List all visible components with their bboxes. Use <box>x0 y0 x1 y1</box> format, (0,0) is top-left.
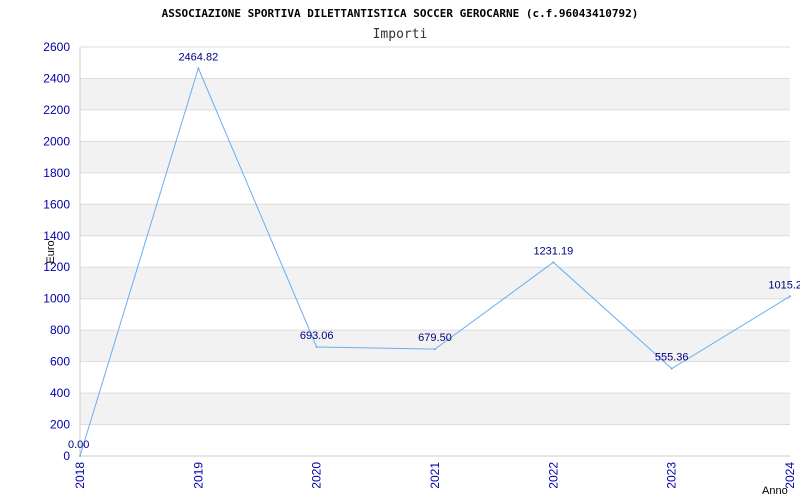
data-point <box>789 295 791 298</box>
data-point <box>197 67 200 70</box>
y-tick-label: 1600 <box>43 197 70 211</box>
grid-band <box>80 393 790 425</box>
y-tick-label: 400 <box>50 386 70 400</box>
data-label: 1231.19 <box>533 245 573 257</box>
x-tick-label: 2023 <box>665 462 679 489</box>
y-tick-label: 1800 <box>43 166 70 180</box>
grid-band <box>80 267 790 299</box>
grid-band <box>80 141 790 173</box>
grid-bands <box>80 78 790 425</box>
chart-title: ASSOCIAZIONE SPORTIVA DILETTANTISTICA SO… <box>162 7 639 20</box>
y-tick-label: 2400 <box>43 71 70 85</box>
y-tick-label: 0 <box>63 449 70 463</box>
x-axis-label: Anno <box>762 485 788 497</box>
y-tick-label: 1000 <box>43 292 70 306</box>
x-tick-label: 2022 <box>546 462 560 489</box>
y-tick-label: 200 <box>50 418 70 432</box>
data-label: 1015.2 <box>768 279 800 291</box>
data-label: 2464.82 <box>178 51 218 63</box>
x-tick-label: 2018 <box>73 462 87 489</box>
y-tick-label: 600 <box>50 355 70 369</box>
y-tick-label: 800 <box>50 323 70 337</box>
y-tick-label: 2200 <box>43 103 70 117</box>
x-tick-label: 2021 <box>428 462 442 489</box>
data-point <box>552 261 555 264</box>
grid-band <box>80 204 790 236</box>
data-point <box>670 367 673 370</box>
y-tick-label: 2600 <box>43 40 70 54</box>
y-tick-label: 2000 <box>43 134 70 148</box>
data-point <box>79 455 81 457</box>
y-axis-label: Euro <box>45 240 57 263</box>
data-label: 0.00 <box>68 439 89 451</box>
x-tick-label: 2020 <box>310 462 324 489</box>
data-point <box>434 348 436 351</box>
data-point <box>315 345 318 348</box>
grid-band <box>80 78 790 110</box>
data-label: 679.50 <box>418 332 452 344</box>
x-tick-label: 2019 <box>191 462 205 489</box>
data-label: 555.36 <box>655 352 689 364</box>
x-tick-labels: 2018 2019 2020 2021 2022 2023 2024 <box>73 462 797 489</box>
chart-subtitle: Importi <box>373 27 428 42</box>
line-chart: ASSOCIAZIONE SPORTIVA DILETTANTISTICA SO… <box>43 7 800 497</box>
data-label: 693.06 <box>300 330 334 342</box>
